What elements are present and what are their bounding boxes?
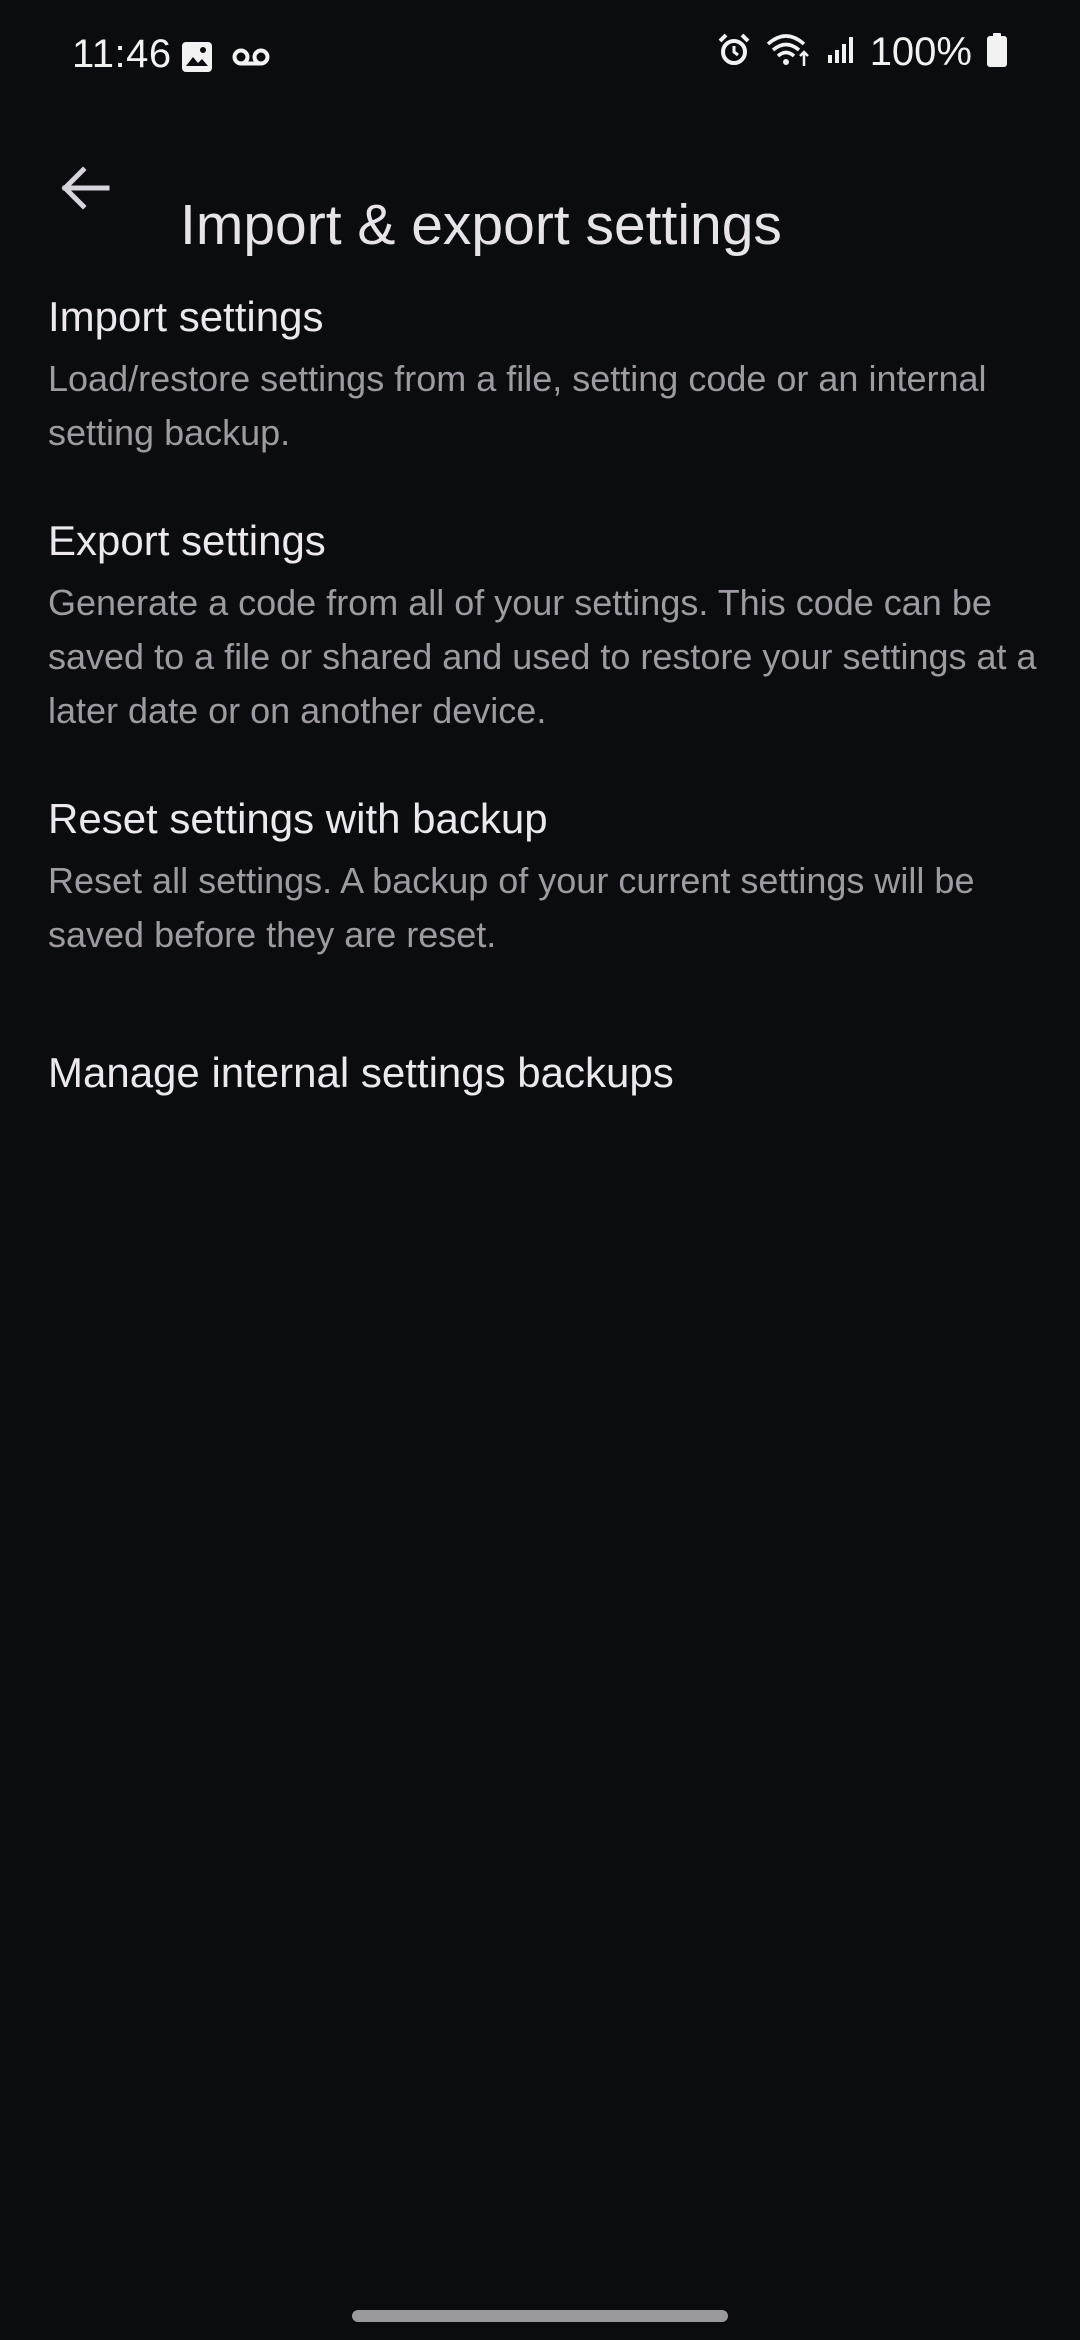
signal-icon xyxy=(826,35,856,70)
alarm-icon xyxy=(716,32,752,73)
wifi-icon xyxy=(766,32,812,73)
status-system-icons: 100% xyxy=(716,30,1008,75)
pref-summary: Generate a code from all of your setting… xyxy=(48,582,1037,731)
export-settings-item[interactable]: Export settings Generate a code from all… xyxy=(0,514,1080,770)
gallery-icon xyxy=(180,40,214,79)
status-bar: 11:46 100% xyxy=(0,0,1080,110)
battery-icon xyxy=(986,32,1008,73)
voicemail-icon xyxy=(232,45,270,74)
top-app-bar: Import & export settings xyxy=(0,110,1080,260)
status-notification-icons xyxy=(180,40,270,79)
arrow-back-icon xyxy=(57,160,113,221)
page-title: Import & export settings xyxy=(180,193,782,258)
status-time: 11:46 xyxy=(72,32,172,76)
import-settings-item[interactable]: Import settings Load/restore settings fr… xyxy=(0,290,1080,490)
gesture-handle[interactable] xyxy=(352,2310,728,2322)
pref-title: Reset settings with backup xyxy=(48,795,548,842)
pref-title: Manage internal settings backups xyxy=(48,1049,674,1096)
pref-title: Import settings xyxy=(48,293,324,340)
pref-title: Export settings xyxy=(48,517,326,564)
pref-summary: Load/restore settings from a file, setti… xyxy=(48,358,987,453)
manage-backups-item[interactable]: Manage internal settings backups xyxy=(0,1046,1080,1146)
back-button[interactable] xyxy=(40,145,130,235)
reset-settings-item[interactable]: Reset settings with backup Reset all set… xyxy=(0,792,1080,992)
pref-summary: Reset all settings. A backup of your cur… xyxy=(48,860,975,955)
battery-percent: 100% xyxy=(869,30,972,74)
